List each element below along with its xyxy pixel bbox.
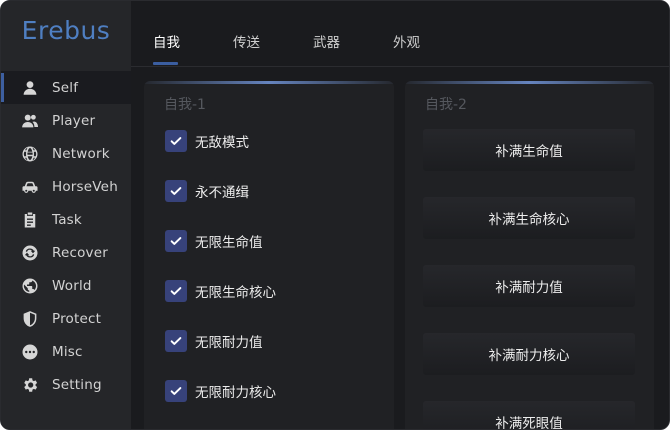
option-label: 无限耐力值: [195, 335, 263, 351]
sidebar-item-task[interactable]: Task: [1, 203, 131, 236]
sidebar-item-world[interactable]: World: [1, 269, 131, 302]
sidebar-item-label: Player: [52, 112, 96, 129]
sidebar-item-label: World: [52, 277, 92, 294]
users-icon: [21, 112, 39, 130]
option-label: 无限生命核心: [195, 285, 276, 301]
sidebar-item-label: Recover: [52, 244, 109, 261]
option-infinite-health[interactable]: 无限生命值: [165, 230, 263, 252]
checkbox-checked[interactable]: [165, 380, 187, 402]
clipboard-icon: [21, 211, 39, 229]
sidebar-nav: Self Player Network HorseVeh Task Recove…: [1, 71, 131, 401]
checkbox-checked[interactable]: [165, 280, 187, 302]
top-tab-bar: 自我 传送 武器 外观: [131, 1, 669, 67]
globe-grid-icon: [21, 145, 39, 163]
earth-icon: [21, 277, 39, 295]
checkbox-checked[interactable]: [165, 180, 187, 202]
checkbox-checked[interactable]: [165, 230, 187, 252]
sidebar-item-horseveh[interactable]: HorseVeh: [1, 170, 131, 203]
refill-stamina-core-button[interactable]: 补满耐力核心: [423, 333, 635, 375]
refill-deadeye-button[interactable]: 补满死眼值: [423, 401, 635, 429]
sidebar-item-label: Misc: [52, 343, 83, 360]
tab-teleport[interactable]: 传送: [233, 31, 260, 51]
sidebar-item-label: Self: [52, 79, 79, 96]
panel-title: 自我-2: [425, 97, 467, 113]
checkmark-icon: [170, 387, 182, 395]
sidebar-item-recover[interactable]: Recover: [1, 236, 131, 269]
tab-appearance[interactable]: 外观: [393, 31, 420, 51]
app-window: Erebus Self Player Network HorseVeh Task…: [0, 0, 670, 430]
option-infinite-stamina-core[interactable]: 无限耐力核心: [165, 380, 276, 402]
more-dots-icon: [21, 343, 39, 361]
sidebar-item-label: Protect: [52, 310, 102, 327]
panel-title: 自我-1: [164, 97, 206, 113]
panel-highlight: [405, 81, 654, 84]
checkmark-icon: [170, 237, 182, 245]
panel-self-1: 自我-1 无敌模式 永不通缉 无限生命值 无限生命核心 无限耐力值 无限耐力核心: [144, 81, 394, 429]
checkbox-checked[interactable]: [165, 130, 187, 152]
option-never-wanted[interactable]: 永不通缉: [165, 180, 249, 202]
checkbox-checked[interactable]: [165, 330, 187, 352]
gear-icon: [21, 376, 39, 394]
refresh-icon: [21, 244, 39, 262]
option-label: 无限耐力核心: [195, 385, 276, 401]
sidebar-item-misc[interactable]: Misc: [1, 335, 131, 368]
person-icon: [21, 79, 39, 97]
checkmark-icon: [170, 137, 182, 145]
active-tab-indicator: [153, 62, 178, 65]
shield-icon: [21, 310, 39, 328]
sidebar: Erebus Self Player Network HorseVeh Task…: [1, 1, 131, 429]
option-label: 无敌模式: [195, 135, 249, 151]
sidebar-item-setting[interactable]: Setting: [1, 368, 131, 401]
sidebar-item-network[interactable]: Network: [1, 137, 131, 170]
sidebar-item-player[interactable]: Player: [1, 104, 131, 137]
panel-highlight: [144, 81, 394, 84]
sidebar-item-label: Task: [52, 211, 82, 228]
option-god-mode[interactable]: 无敌模式: [165, 130, 249, 152]
option-infinite-health-core[interactable]: 无限生命核心: [165, 280, 276, 302]
refill-health-button[interactable]: 补满生命值: [423, 129, 635, 171]
option-infinite-stamina[interactable]: 无限耐力值: [165, 330, 263, 352]
sidebar-item-protect[interactable]: Protect: [1, 302, 131, 335]
option-label: 永不通缉: [195, 185, 249, 201]
tab-weapons[interactable]: 武器: [313, 31, 340, 51]
car-icon: [21, 178, 39, 196]
option-label: 无限生命值: [195, 235, 263, 251]
tab-self[interactable]: 自我: [153, 31, 180, 51]
checkmark-icon: [170, 337, 182, 345]
brand-logo: Erebus: [21, 16, 111, 45]
sidebar-item-label: HorseVeh: [52, 178, 118, 195]
checkmark-icon: [170, 287, 182, 295]
refill-health-core-button[interactable]: 补满生命核心: [423, 197, 635, 239]
sidebar-item-label: Setting: [52, 376, 102, 393]
refill-stamina-button[interactable]: 补满耐力值: [423, 265, 635, 307]
sidebar-item-self[interactable]: Self: [1, 71, 131, 104]
sidebar-item-label: Network: [52, 145, 110, 162]
checkmark-icon: [170, 187, 182, 195]
panel-self-2: 自我-2 补满生命值 补满生命核心 补满耐力值 补满耐力核心 补满死眼值: [405, 81, 654, 429]
